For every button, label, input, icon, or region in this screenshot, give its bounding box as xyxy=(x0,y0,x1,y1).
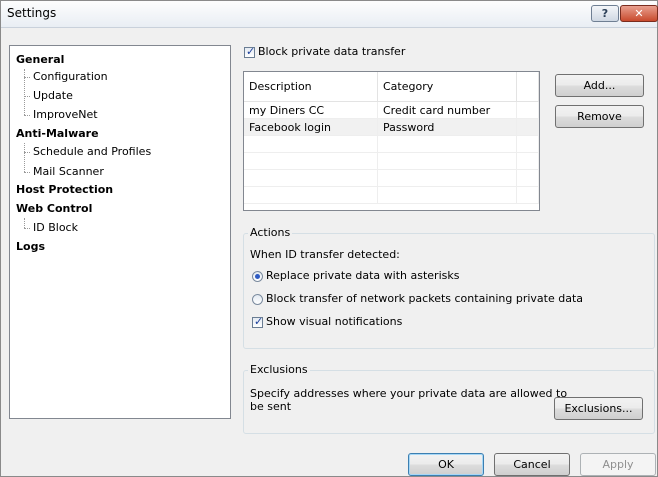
tree-item-anti-malware[interactable]: Anti-Malware xyxy=(16,126,99,142)
tree-connector xyxy=(24,218,25,228)
show-notifications-checkbox[interactable]: ✓ xyxy=(252,315,264,328)
column-header-empty xyxy=(517,72,539,102)
cell-description: my Diners CC xyxy=(244,102,378,119)
block-packets-label: Block transfer of network packets contai… xyxy=(266,292,584,305)
exclusions-group-title: Exclusions xyxy=(248,363,310,377)
cell-empty xyxy=(517,153,539,170)
settings-tree: General Configuration Update ImproveNet … xyxy=(9,45,231,419)
private-data-table: Description Category my Diners CC Credit… xyxy=(243,71,540,211)
remove-button[interactable]: Remove xyxy=(555,105,644,128)
apply-button[interactable]: Apply xyxy=(580,453,656,476)
tree-connector xyxy=(24,96,30,97)
cell-empty xyxy=(244,187,378,204)
help-button[interactable]: ? xyxy=(591,5,619,22)
exclusions-description-line1: Specify addresses where your private dat… xyxy=(250,387,568,400)
exclusions-button[interactable]: Exclusions... xyxy=(554,397,643,420)
actions-group-title: Actions xyxy=(248,226,293,240)
cell-empty xyxy=(378,136,517,153)
cell-empty xyxy=(517,170,539,187)
tree-connector xyxy=(24,143,25,172)
cell-empty xyxy=(378,187,517,204)
window-title: Settings xyxy=(7,6,57,20)
cell-empty xyxy=(244,170,378,187)
settings-window: Settings ? ✕ General Configuration Updat… xyxy=(0,0,658,477)
cell-empty xyxy=(517,102,539,119)
column-header-description[interactable]: Description xyxy=(244,72,378,102)
ok-button[interactable]: OK xyxy=(408,453,484,476)
tree-connector xyxy=(24,228,30,229)
cell-empty xyxy=(378,170,517,187)
cell-empty xyxy=(517,119,539,136)
replace-asterisks-radio[interactable] xyxy=(252,271,263,282)
table-row[interactable]: my Diners CC Credit card number xyxy=(244,102,539,119)
tree-item-general[interactable]: General xyxy=(16,52,64,68)
tree-connector xyxy=(24,115,30,116)
cell-empty xyxy=(244,136,378,153)
cell-category: Password xyxy=(378,119,517,136)
tree-item-logs[interactable]: Logs xyxy=(16,239,45,255)
cell-empty xyxy=(378,153,517,170)
exclusions-description-line2: be sent xyxy=(250,400,292,413)
column-header-category[interactable]: Category xyxy=(378,72,517,102)
tree-item-schedule-and-profiles[interactable]: Schedule and Profiles xyxy=(33,144,151,160)
tree-connector xyxy=(24,77,30,78)
block-transfer-checkbox[interactable]: ✓ xyxy=(244,45,256,58)
actions-prompt: When ID transfer detected: xyxy=(250,248,400,261)
block-transfer-label: Block private data transfer xyxy=(258,45,406,58)
cell-description: Facebook login xyxy=(244,119,378,136)
cell-empty xyxy=(517,187,539,204)
table-row[interactable]: Facebook login Password xyxy=(244,119,539,136)
table-row-empty xyxy=(244,136,539,153)
table-row-empty xyxy=(244,187,539,204)
radio-selected-dot xyxy=(255,274,260,279)
replace-asterisks-label: Replace private data with asterisks xyxy=(266,269,460,282)
tree-item-improvenet[interactable]: ImproveNet xyxy=(33,107,98,123)
tree-item-mail-scanner[interactable]: Mail Scanner xyxy=(33,164,104,180)
cell-empty xyxy=(517,136,539,153)
tree-item-web-control[interactable]: Web Control xyxy=(16,201,92,217)
tree-connector xyxy=(24,152,30,153)
cell-empty xyxy=(244,153,378,170)
tree-connector xyxy=(24,172,30,173)
tree-item-update[interactable]: Update xyxy=(33,88,73,104)
cell-category: Credit card number xyxy=(378,102,517,119)
tree-item-host-protection[interactable]: Host Protection xyxy=(16,182,113,198)
show-notifications-label: Show visual notifications xyxy=(266,315,403,328)
tree-item-configuration[interactable]: Configuration xyxy=(33,69,108,85)
table-row-empty xyxy=(244,153,539,170)
close-button[interactable]: ✕ xyxy=(620,5,658,22)
add-button[interactable]: Add... xyxy=(555,74,644,97)
title-bar: Settings ? ✕ xyxy=(1,1,658,28)
checkmark-icon: ✓ xyxy=(246,45,256,58)
table-row-empty xyxy=(244,170,539,187)
tree-item-id-block[interactable]: ID Block xyxy=(33,220,78,236)
checkmark-icon: ✓ xyxy=(254,315,264,328)
cancel-button[interactable]: Cancel xyxy=(494,453,570,476)
tree-connector xyxy=(24,69,25,115)
block-packets-radio[interactable] xyxy=(252,294,263,305)
